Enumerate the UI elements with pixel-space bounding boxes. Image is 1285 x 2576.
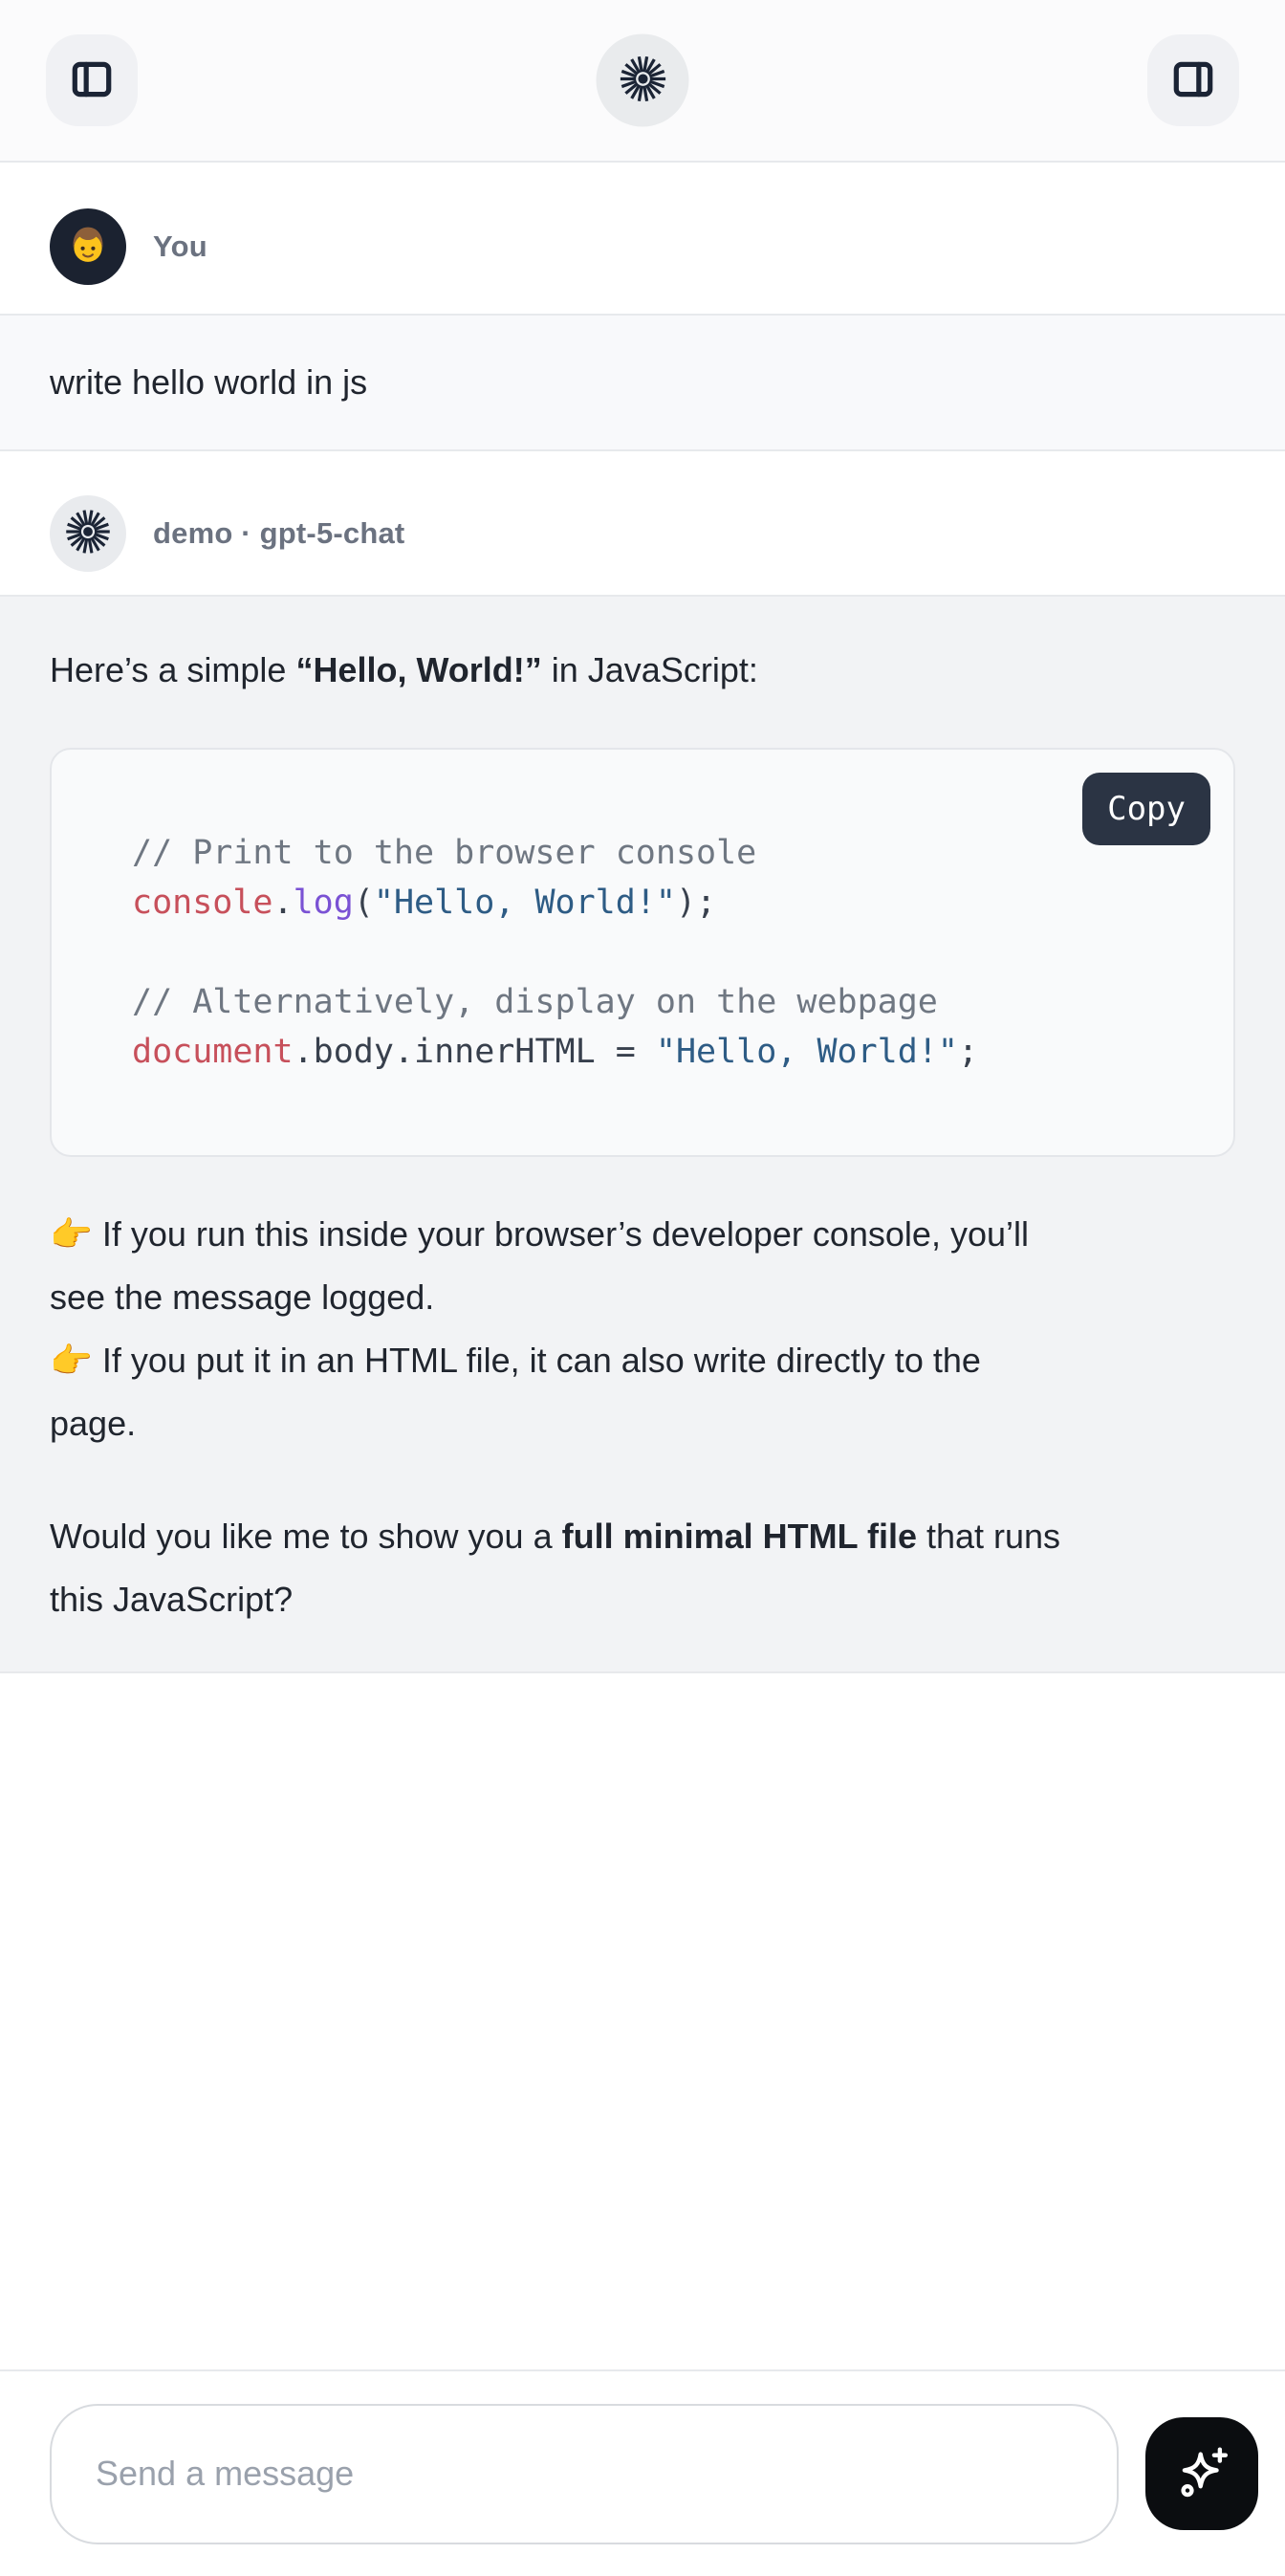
code-line: document.body.innerHTML = "Hello, World!…: [132, 1027, 1195, 1077]
code-content: // Print to the browser consoleconsole.l…: [132, 828, 1195, 1077]
assistant-message: demo · gpt-5-chat Here’s a simple “Hello…: [0, 451, 1285, 1673]
code-line: [132, 928, 1195, 977]
assistant-paragraph: Would you like me to show you a full min…: [50, 1505, 1235, 1631]
composer-bar: [0, 2369, 1285, 2576]
assistant-avatar: [50, 495, 126, 572]
app-logo-button[interactable]: [597, 34, 689, 127]
assistant-paragraphs: 👉 If you run this inside your browser’s …: [50, 1203, 1235, 1631]
starburst-logo-icon: [617, 54, 668, 108]
panel-left-icon: [68, 55, 116, 106]
right-panel-toggle-button[interactable]: [1147, 34, 1239, 126]
assistant-intro: Here’s a simple “Hello, World!” in JavaS…: [50, 639, 1235, 702]
starburst-logo-icon: [63, 507, 113, 561]
send-button[interactable]: [1145, 2417, 1258, 2530]
code-line: // Print to the browser console: [132, 828, 1195, 878]
sparkle-plus-icon: [1172, 2443, 1231, 2505]
chat-scroll-area[interactable]: You write hello world in js demo · gpt-5…: [0, 163, 1285, 1673]
assistant-model-label: demo · gpt-5-chat: [153, 516, 404, 551]
sidebar-toggle-button[interactable]: [46, 34, 138, 126]
user-message-text: write hello world in js: [0, 314, 1285, 451]
copy-button[interactable]: Copy: [1082, 773, 1210, 845]
person-emoji-icon: [63, 220, 113, 274]
assistant-message-body: Here’s a simple “Hello, World!” in JavaS…: [0, 595, 1285, 1673]
code-line: console.log("Hello, World!");: [132, 878, 1195, 928]
assistant-paragraph: 👉 If you put it in an HTML file, it can …: [50, 1329, 1235, 1455]
code-block: Copy // Print to the browser consolecons…: [50, 748, 1235, 1157]
message-input[interactable]: [50, 2404, 1119, 2544]
user-avatar: [50, 208, 126, 285]
user-sender-label: You: [153, 229, 207, 264]
top-bar: [0, 0, 1285, 163]
assistant-message-header: demo · gpt-5-chat: [0, 451, 1285, 595]
assistant-paragraph: 👉 If you run this inside your browser’s …: [50, 1203, 1235, 1329]
user-message-header: You: [0, 163, 1285, 314]
panel-right-icon: [1169, 55, 1217, 106]
code-line: // Alternatively, display on the webpage: [132, 977, 1195, 1027]
user-message: You write hello world in js: [0, 163, 1285, 451]
